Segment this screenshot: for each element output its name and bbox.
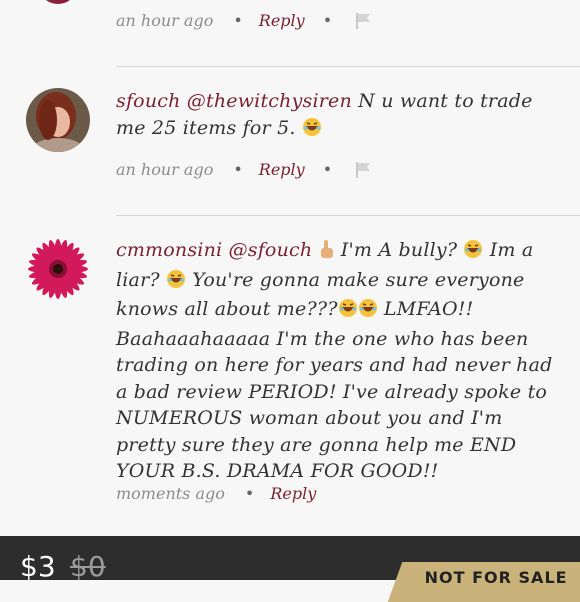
laughing-emoji-icon — [166, 269, 186, 297]
laughing-emoji-icon — [302, 117, 322, 145]
comment-divider — [116, 66, 580, 67]
separator-dot: • — [233, 11, 243, 30]
comment-meta-1: an hour ago • Reply • — [116, 11, 372, 30]
comment-username[interactable]: cmmonsini — [116, 239, 222, 261]
comment-mention[interactable]: @sfouch — [229, 239, 313, 261]
comment-text: LMFAO!! Baahaaahaaaaa I'm the one who ha… — [116, 298, 553, 482]
separator-dot: • — [322, 11, 333, 30]
laughing-emoji-icon — [338, 298, 358, 326]
comment-divider — [116, 215, 580, 216]
laughing-emoji-icon — [358, 298, 378, 326]
comment-time: an hour ago — [116, 11, 214, 30]
laughing-emoji-icon — [463, 239, 483, 267]
pointing-finger-icon — [319, 239, 335, 267]
comment-mention[interactable]: @thewitchysiren — [187, 90, 352, 112]
not-for-sale-label: NOT FOR SALE — [424, 568, 568, 587]
comment-time: moments ago — [116, 484, 225, 503]
comment-text: I'm A bully? — [334, 239, 464, 261]
avatar-partial[interactable] — [38, 0, 78, 4]
comment-body: cmmonsini @sfouch I'm A bully? Im a liar… — [116, 237, 556, 485]
reply-button[interactable]: Reply — [259, 11, 305, 30]
listing-original-price: $0 — [70, 550, 106, 583]
avatar[interactable] — [26, 237, 90, 301]
separator-dot: • — [322, 160, 333, 179]
reply-button[interactable]: Reply — [259, 160, 305, 179]
flag-icon[interactable] — [354, 12, 372, 30]
comment-body: sfouch @thewitchysiren N u want to trade… — [116, 88, 556, 144]
separator-dot: • — [244, 484, 255, 503]
flag-icon[interactable] — [354, 161, 372, 179]
comment-meta-2: an hour ago • Reply • — [116, 160, 372, 179]
comment-meta-3: moments ago • Reply — [116, 484, 316, 503]
reply-button[interactable]: Reply — [270, 484, 316, 503]
avatar[interactable] — [26, 88, 90, 152]
comment-username[interactable]: sfouch — [116, 90, 181, 112]
not-for-sale-badge[interactable]: NOT FOR SALE — [387, 562, 580, 602]
separator-dot: • — [233, 160, 243, 179]
comment-time: an hour ago — [116, 160, 214, 179]
listing-price: $3 — [20, 550, 56, 583]
